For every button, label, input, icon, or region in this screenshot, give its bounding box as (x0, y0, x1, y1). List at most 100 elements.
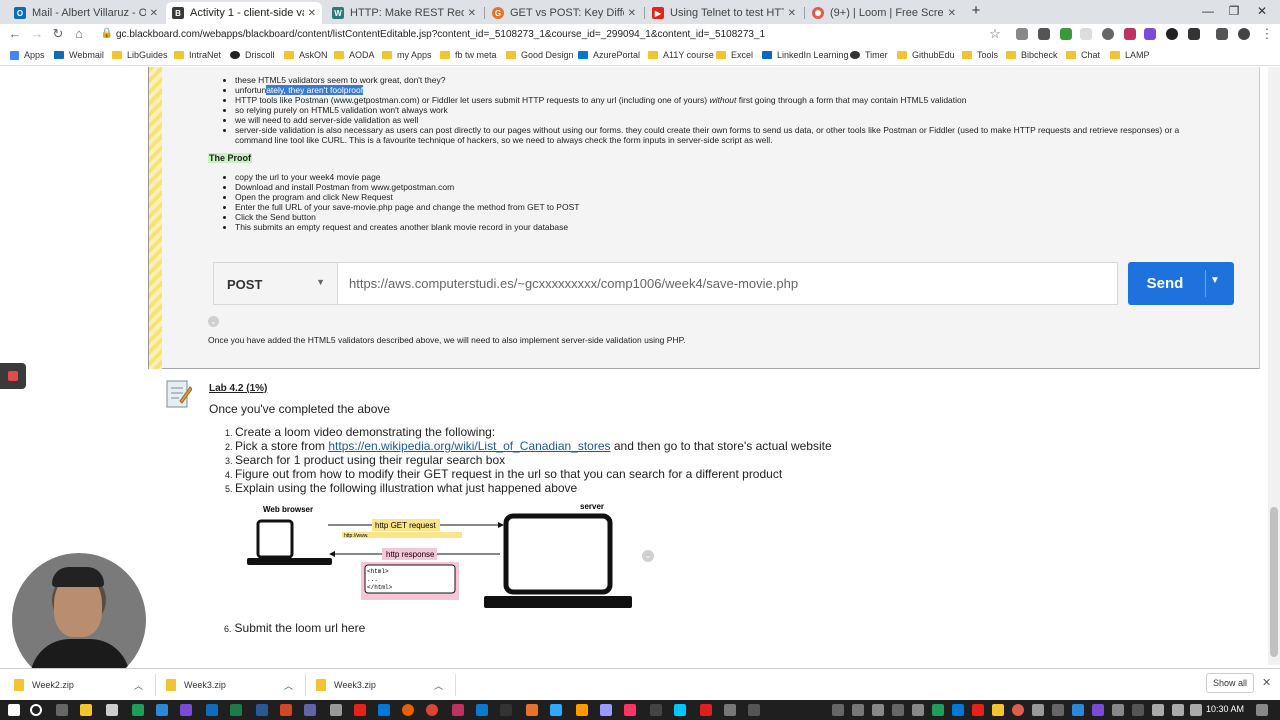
webcam-bubble[interactable] (12, 553, 146, 687)
tray-icon[interactable] (832, 704, 844, 716)
tray-icon[interactable] (852, 704, 864, 716)
extension-icon[interactable] (1166, 28, 1178, 40)
vscode-icon[interactable] (476, 704, 488, 716)
close-icon[interactable]: ✕ (468, 8, 476, 19)
loom-record-button[interactable] (0, 363, 26, 389)
expand-icon[interactable]: ⌄ (642, 550, 654, 562)
tab-get-vs-post[interactable]: G GET vs POST: Key Difference betw ✕ (486, 2, 642, 24)
app-icon[interactable] (354, 704, 366, 716)
bookmark-apps[interactable]: Apps (10, 50, 45, 60)
tray-icon[interactable] (952, 704, 964, 716)
firefox-icon[interactable] (402, 704, 414, 716)
bookmark-lamp[interactable]: LAMP (1110, 50, 1150, 60)
excel-icon[interactable] (230, 704, 242, 716)
postman-icon[interactable] (526, 704, 538, 716)
menu-icon[interactable]: ⋮ (1258, 26, 1276, 42)
bookmark-githubedu[interactable]: GithubEdu (897, 50, 955, 60)
tray-icon[interactable] (992, 704, 1004, 716)
tab-loom[interactable]: ✺ (9+) | Loom | Free Screen & Video ✕ (806, 2, 962, 24)
tray-icon[interactable] (892, 704, 904, 716)
expand-icon[interactable]: ⌄ (208, 316, 219, 327)
powerpoint-icon[interactable] (280, 704, 292, 716)
app-icon[interactable] (500, 704, 512, 716)
close-icon[interactable]: ✕ (948, 8, 956, 19)
tray-icon[interactable] (1072, 704, 1084, 716)
volume-icon[interactable] (1172, 704, 1184, 716)
illustrator-icon[interactable] (576, 704, 588, 716)
extension-icon[interactable] (1060, 28, 1072, 40)
tab-outlook[interactable]: O Mail - Albert Villaruz - Outlook ✕ (8, 2, 164, 24)
edge-icon[interactable] (378, 704, 390, 716)
reload-icon[interactable]: ↻ (49, 26, 67, 42)
extension-icon[interactable] (1124, 28, 1136, 40)
bookmark-askon[interactable]: AskON (284, 50, 328, 60)
show-all-button[interactable]: Show all (1206, 673, 1254, 693)
chrome-icon[interactable] (426, 704, 438, 716)
bookmark-excel[interactable]: Excel (716, 50, 753, 60)
tray-icon[interactable] (932, 704, 944, 716)
send-button[interactable]: Send ▼ (1128, 262, 1234, 305)
bookmark-libguides[interactable]: LibGuides (112, 50, 168, 60)
url-field[interactable]: gc.blackboard.com/webapps/blackboard/con… (116, 29, 765, 40)
app-icon[interactable] (156, 704, 168, 716)
tray-icon[interactable] (912, 704, 924, 716)
tray-icon[interactable] (1032, 704, 1044, 716)
new-tab-button[interactable]: + (966, 2, 986, 19)
bookmark-fb-tw-meta[interactable]: fb tw meta (440, 50, 497, 60)
method-select[interactable]: POST ▼ (214, 263, 338, 304)
reading-list-icon[interactable] (1216, 28, 1228, 40)
bookmark-good-design[interactable]: Good Design (506, 50, 574, 60)
tray-icon[interactable] (1132, 704, 1144, 716)
bookmark-a11y-course[interactable]: A11Y course (648, 50, 714, 60)
photoshop-icon[interactable] (550, 704, 562, 716)
close-icon[interactable]: ✕ (628, 8, 636, 19)
tab-http-rest[interactable]: W HTTP: Make REST Request Action ✕ (326, 2, 482, 24)
scrollbar[interactable] (1268, 67, 1280, 665)
bookmark-my-apps[interactable]: my Apps (382, 50, 432, 60)
bookmark-timer[interactable]: Timer (850, 50, 888, 60)
teams-icon[interactable] (304, 704, 316, 716)
file-explorer-icon[interactable] (80, 704, 92, 716)
lab-title[interactable]: Lab 4.2 (1%) (209, 383, 267, 394)
bookmark-webmail[interactable]: Webmail (54, 50, 104, 60)
avatar[interactable] (1238, 28, 1250, 40)
chevron-down-icon[interactable]: ▼ (1210, 275, 1220, 286)
bookmark-aoda[interactable]: AODA (334, 50, 375, 60)
tray-icon[interactable] (1112, 704, 1124, 716)
app-icon[interactable] (452, 704, 464, 716)
bookmark-tools[interactable]: Tools (962, 50, 998, 60)
outlook-icon[interactable] (206, 704, 218, 716)
extension-icon[interactable] (1038, 28, 1050, 40)
download-item[interactable]: Week3.zip ︿ (316, 674, 456, 696)
extension-icon[interactable] (1016, 28, 1028, 40)
wordpress-icon[interactable] (1102, 28, 1114, 40)
close-icon[interactable]: ✕ (788, 8, 796, 19)
tray-icon[interactable] (1092, 704, 1104, 716)
scrollbar-thumb[interactable] (1270, 507, 1278, 657)
download-item[interactable]: Week2.zip ︿ (14, 674, 156, 696)
bookmark-linkedin-learning[interactable]: LinkedIn Learning (762, 50, 849, 60)
tab-telnet[interactable]: ▶ Using Telnet to test HTTP on port ✕ (646, 2, 802, 24)
search-icon[interactable] (30, 704, 42, 716)
close-icon[interactable]: ✕ (308, 8, 316, 19)
chevron-up-icon[interactable]: ︿ (134, 679, 143, 692)
chevron-up-icon[interactable]: ︿ (284, 679, 293, 692)
w-icon[interactable] (1188, 28, 1200, 40)
taskbar-clock[interactable]: 10:30 AM (1206, 704, 1244, 714)
tray-icon[interactable] (1012, 704, 1024, 716)
bookmark-intranet[interactable]: IntraNet (174, 50, 221, 60)
app-icon[interactable] (650, 704, 662, 716)
app-icon[interactable] (674, 704, 686, 716)
app-icon[interactable] (748, 704, 760, 716)
tab-blackboard[interactable]: B Activity 1 - client-side validation ✕ (166, 2, 322, 24)
app-icon[interactable] (132, 704, 144, 716)
bookmark-chat[interactable]: Chat (1066, 50, 1100, 60)
extension-icon[interactable] (1144, 28, 1156, 40)
minimize-icon[interactable]: — (1198, 4, 1218, 18)
tray-icon[interactable] (1052, 704, 1064, 716)
extension-icon[interactable] (1080, 28, 1092, 40)
notification-icon[interactable] (1256, 704, 1268, 716)
app-icon[interactable] (330, 704, 342, 716)
download-item[interactable]: Week3.zip ︿ (166, 674, 306, 696)
word-icon[interactable] (256, 704, 268, 716)
